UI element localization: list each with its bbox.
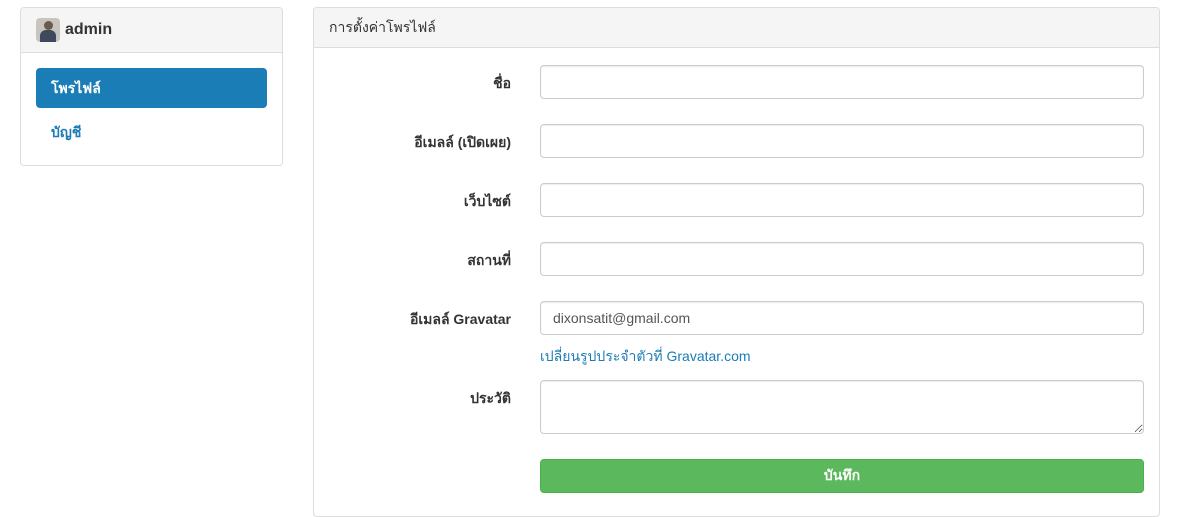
name-label: ชื่อ xyxy=(493,75,511,91)
gravatar-link[interactable]: เปลี่ยนรูปประจำตัวที่ Gravatar.com xyxy=(540,346,751,368)
location-label: สถานที่ xyxy=(467,252,511,268)
bio-textarea[interactable] xyxy=(540,380,1144,434)
name-input[interactable] xyxy=(540,65,1144,99)
website-input[interactable] xyxy=(540,183,1144,217)
profile-settings-panel: การตั้งค่าโพรไฟล์ ชื่อ อีเมลล์ (เปิดเผย)… xyxy=(313,7,1160,517)
website-label: เว็บไซต์ xyxy=(463,193,511,209)
gravatar-email-input[interactable] xyxy=(540,301,1144,335)
public-email-input[interactable] xyxy=(540,124,1144,158)
sidebar-nav: โพรไฟล์ บัญชี xyxy=(21,53,282,171)
public-email-label: อีเมลล์ (เปิดเผย) xyxy=(414,134,511,150)
sidebar-header: admin xyxy=(21,8,282,53)
sidebar-item-profile[interactable]: โพรไฟล์ xyxy=(36,68,267,108)
sidebar-item-account[interactable]: บัญชี xyxy=(36,112,267,152)
profile-sidebar: admin โพรไฟล์ บัญชี xyxy=(20,7,283,166)
avatar xyxy=(36,18,60,42)
gravatar-email-label: อีเมลล์ Gravatar xyxy=(409,311,511,327)
user-name: admin xyxy=(65,21,113,38)
save-button[interactable]: บันทึก xyxy=(540,459,1144,493)
location-input[interactable] xyxy=(540,242,1144,276)
panel-title: การตั้งค่าโพรไฟล์ xyxy=(314,8,1159,48)
bio-label: ประวัติ xyxy=(470,390,511,406)
